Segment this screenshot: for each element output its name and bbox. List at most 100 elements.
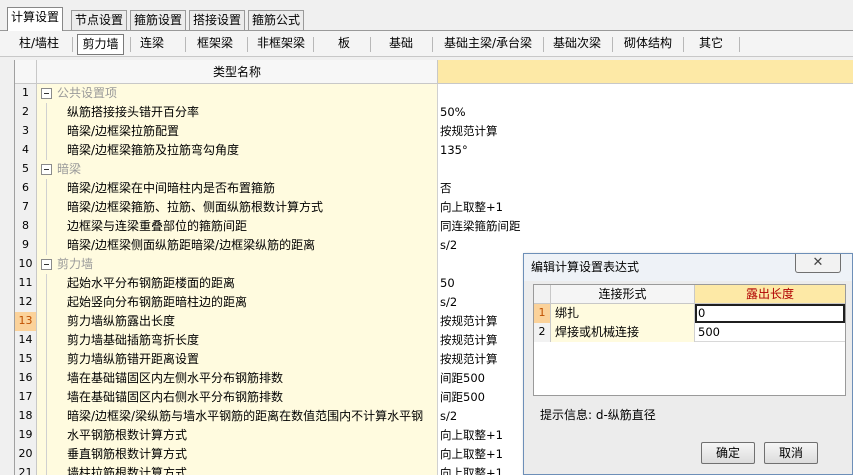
row-number: 2 [534,323,551,342]
setting-value-cell[interactable] [438,160,853,179]
setting-name: 墙在基础锚固区内左侧水平分布钢筋排数 [67,371,284,385]
row-number-header [534,285,551,304]
tab-stirrup-formula[interactable]: 箍筋公式 [248,10,305,30]
setting-name: 边框梁与连梁重叠部位的箍筋间距 [67,219,248,233]
tree-line [46,426,47,445]
connection-type-cell: 绑扎 [551,304,695,323]
setting-name: 起始竖向分布钢筋距暗柱边的距离 [67,295,248,309]
row-number: 13 [15,312,37,331]
settings-tab-bar: 计算设置 节点设置 箍筋设置 搭接设置 箍筋公式 [0,0,853,31]
row-number: 10 [15,255,37,274]
setting-name-cell: 剪力墙 [37,255,438,274]
tree-line [46,312,47,331]
group-row[interactable]: 1 公共设置项 [15,84,853,103]
collapse-icon[interactable] [41,88,52,99]
row-number: 16 [15,369,37,388]
component-shear-wall[interactable]: 剪力墙 [77,34,124,55]
setting-name-cell: 暗梁/边框梁在中间暗柱内是否布置箍筋 [37,179,438,198]
component-coupling-beam[interactable]: 连梁 [133,34,171,55]
row-number: 15 [15,350,37,369]
separator [370,37,371,52]
separator [247,37,248,52]
exposed-length-cell[interactable]: 0 [695,304,845,323]
exposed-length-cell[interactable]: 500 [695,323,845,342]
setting-value-cell[interactable]: 否 [438,179,853,198]
table-row[interactable]: 2 纵筋搭接接头错开百分率 50% [15,103,853,122]
tab-calc-settings[interactable]: 计算设置 [7,7,64,31]
component-frame-beam[interactable]: 框架梁 [190,34,240,55]
setting-value-cell[interactable]: 50% [438,103,853,122]
close-icon[interactable]: ✕ [795,254,841,273]
setting-name-cell: 公共设置项 [37,84,438,103]
setting-name: 暗梁/边框梁/梁纵筋与墙水平钢筋的距离在数值范围内不计算水平钢 [67,409,424,423]
setting-name-cell: 垂直钢筋根数计算方式 [37,445,438,464]
component-column-wallcolumn[interactable]: 柱/墙柱 [12,34,66,55]
table-row[interactable]: 6 暗梁/边框梁在中间暗柱内是否布置箍筋 否 [15,179,853,198]
row-number: 1 [534,304,551,323]
setting-name: 公共设置项 [57,86,118,100]
setting-name: 剪力墙 [57,257,94,271]
cancel-button[interactable]: 取消 [764,442,818,464]
tree-line [46,141,47,160]
component-foundation-main-beam[interactable]: 基础主梁/承台梁 [438,34,538,55]
separator [612,37,613,52]
setting-value-cell[interactable]: 向上取整+1 [438,198,853,217]
separator [130,37,131,52]
table-row[interactable]: 3 暗梁/边框梁拉筋配置 按规范计算 [15,122,853,141]
row-number: 3 [15,122,37,141]
row-number: 5 [15,160,37,179]
row-number: 17 [15,388,37,407]
row-number: 1 [15,84,37,103]
component-type-bar: 柱/墙柱 剪力墙 连梁 框架梁 非框架梁 板 基础 基础主梁/承台梁 基础次梁 … [0,31,853,57]
table-row[interactable]: 7 暗梁/边框梁箍筋、拉筋、侧面纵筋根数计算方式 向上取整+1 [15,198,853,217]
setting-name-cell: 剪力墙纵筋错开距离设置 [37,350,438,369]
setting-name: 墙在基础锚固区内右侧水平分布钢筋排数 [67,390,284,404]
separator [432,37,433,52]
tree-line [46,369,47,388]
tree-line [46,179,47,198]
setting-name: 暗梁/边框梁在中间暗柱内是否布置箍筋 [67,181,276,195]
row-number: 21 [15,464,37,475]
exposed-length-header: 露出长度 [695,285,845,304]
value-header [438,60,853,84]
tab-stirrup-settings[interactable]: 箍筋设置 [130,10,187,30]
row-number: 6 [15,179,37,198]
collapse-icon[interactable] [41,259,52,270]
component-foundation-secondary-beam[interactable]: 基础次梁 [548,34,606,55]
component-other[interactable]: 其它 [689,34,733,55]
tab-node-settings[interactable]: 节点设置 [71,10,128,30]
setting-name-cell: 暗梁 [37,160,438,179]
ok-button[interactable]: 确定 [701,442,755,464]
dialog-table-row[interactable]: 2 焊接或机械连接 500 [534,323,845,342]
setting-name-cell: 暗梁/边框梁拉筋配置 [37,122,438,141]
tree-line [46,407,47,426]
setting-name-cell: 水平钢筋根数计算方式 [37,426,438,445]
dialog-table-row[interactable]: 1 绑扎 0 [534,304,845,323]
setting-value-cell[interactable]: 同连梁箍筋间距 [438,217,853,236]
row-number: 12 [15,293,37,312]
tree-line [46,103,47,122]
setting-name-cell: 暗梁/边框梁/梁纵筋与墙水平钢筋的距离在数值范围内不计算水平钢 [37,407,438,426]
setting-name-cell: 纵筋搭接接头错开百分率 [37,103,438,122]
tree-line [46,388,47,407]
component-masonry[interactable]: 砌体结构 [619,34,677,55]
tab-lap-settings[interactable]: 搭接设置 [189,10,246,30]
setting-value-cell[interactable]: 按规范计算 [438,122,853,141]
component-slab[interactable]: 板 [326,34,362,55]
tree-line [46,198,47,217]
separator [185,37,186,52]
setting-name-cell: 剪力墙基础插筋弯折长度 [37,331,438,350]
setting-name-cell: 剪力墙纵筋露出长度 [37,312,438,331]
setting-name: 垂直钢筋根数计算方式 [67,447,188,461]
setting-value-cell[interactable] [438,84,853,103]
component-nonframe-beam[interactable]: 非框架梁 [251,34,311,55]
collapse-icon[interactable] [41,164,52,175]
setting-name: 剪力墙纵筋错开距离设置 [67,352,200,366]
component-foundation[interactable]: 基础 [381,34,421,55]
table-row[interactable]: 8 边框梁与连梁重叠部位的箍筋间距 同连梁箍筋间距 [15,217,853,236]
table-row[interactable]: 4 暗梁/边框梁箍筋及拉筋弯勾角度 135° [15,141,853,160]
group-row[interactable]: 5 暗梁 [15,160,853,179]
tree-line [46,236,47,255]
setting-name: 暗梁/边框梁拉筋配置 [67,124,180,138]
setting-value-cell[interactable]: 135° [438,141,853,160]
